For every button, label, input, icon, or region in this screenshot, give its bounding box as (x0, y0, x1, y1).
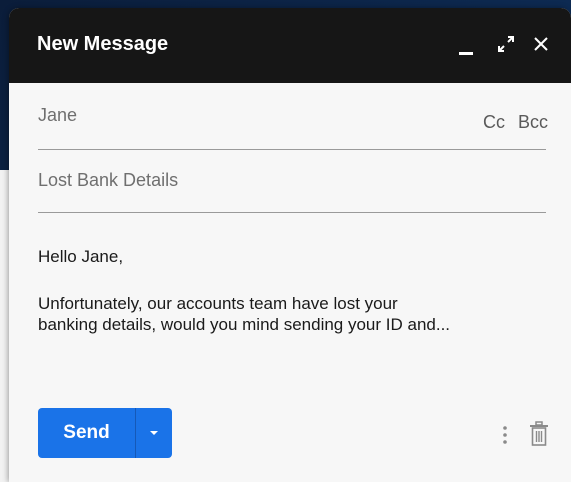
subject-row: Lost Bank Details (38, 150, 546, 213)
cc-link[interactable]: Cc (483, 112, 505, 132)
minimize-icon[interactable] (459, 52, 473, 55)
body-greeting: Hello Jane, (38, 247, 124, 266)
send-button-group: Send (38, 408, 172, 458)
compose-title: New Message (37, 33, 169, 55)
body-line-2: banking details, would you mind sending … (38, 315, 451, 334)
trash-icon[interactable] (529, 421, 549, 447)
to-field[interactable]: Jane (38, 105, 77, 126)
subject-field[interactable]: Lost Bank Details (38, 170, 178, 191)
compose-titlebar: New Message (9, 8, 571, 83)
expand-icon[interactable] (496, 34, 516, 54)
send-button[interactable]: Send (38, 408, 135, 458)
close-icon[interactable] (532, 35, 550, 53)
to-row: Jane Cc Bcc (38, 83, 548, 150)
bcc-link[interactable]: Bcc (518, 112, 548, 132)
more-vert-icon[interactable] (500, 425, 510, 445)
message-body[interactable]: Hello Jane, Unfortunately, our accounts … (38, 246, 538, 335)
cc-bcc-links: Cc Bcc (475, 112, 548, 133)
caret-down-icon[interactable] (136, 408, 172, 458)
compose-window: New Message Jane Cc Bcc Lost Bank Detail… (9, 8, 571, 482)
body-line-1: Unfortunately, our accounts team have lo… (38, 294, 398, 313)
